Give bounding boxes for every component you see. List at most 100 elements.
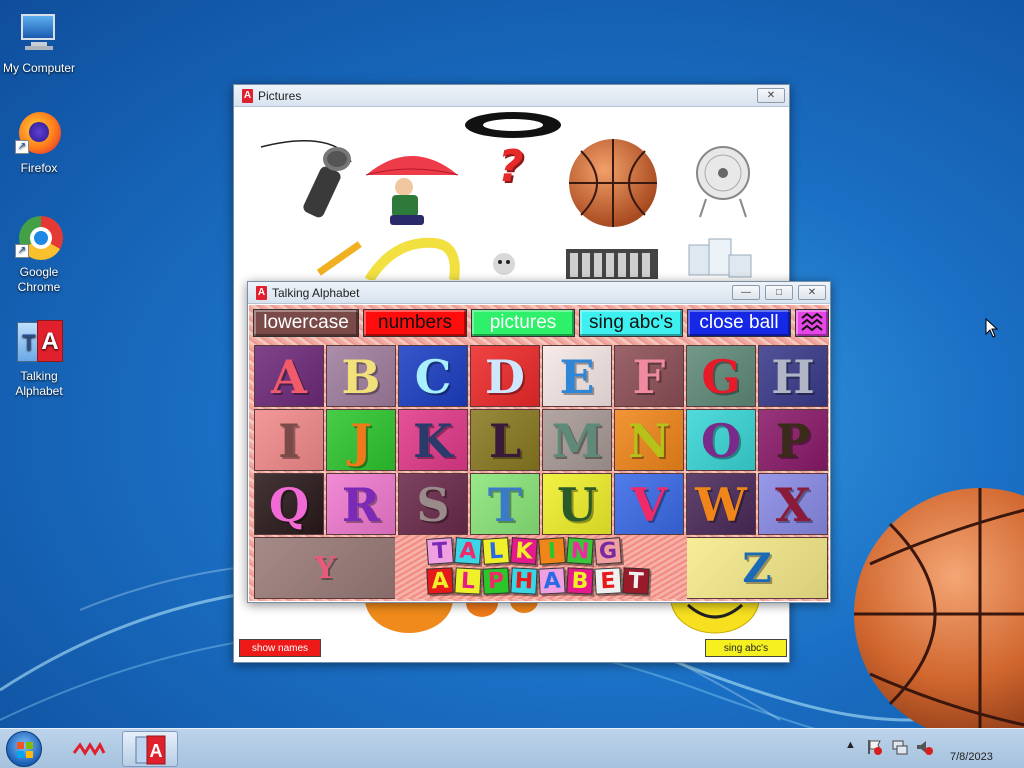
picture-question-mark[interactable]: ? — [498, 141, 528, 192]
maximize-button[interactable]: □ — [765, 285, 793, 300]
picture-ice[interactable] — [679, 235, 759, 280]
picture-xylophone[interactable] — [564, 245, 660, 280]
letter-tile-a[interactable]: A — [254, 345, 324, 407]
pictures-titlebar[interactable]: A Pictures ✕ — [234, 85, 789, 107]
desktop-icon-google-chrome[interactable]: ↗ Google Chrome — [1, 214, 77, 295]
svg-text:A: A — [150, 741, 163, 761]
menu-button-close-ball[interactable]: close ball — [687, 309, 791, 337]
logo-block: H — [510, 567, 538, 595]
picture-microphone[interactable] — [259, 137, 354, 227]
desktop-icon-talking-alphabet[interactable]: T A Talking Alphabet — [1, 318, 77, 399]
clock-date[interactable]: 7/8/2023 — [950, 751, 993, 763]
wave-menu-button[interactable] — [795, 309, 829, 337]
letter-tile-h[interactable]: H — [758, 345, 828, 407]
logo-block: P — [482, 567, 510, 595]
logo-block: N — [566, 537, 594, 565]
volume-muted-icon[interactable] — [915, 738, 933, 759]
letter-tile-q[interactable]: Q — [254, 473, 324, 535]
picture-pencil[interactable] — [304, 235, 364, 280]
logo-block: A — [538, 567, 566, 595]
start-button[interactable] — [6, 731, 42, 767]
letter-glyph: E — [559, 350, 595, 404]
letter-glyph: K — [413, 414, 453, 468]
letter-glyph: Z — [742, 545, 772, 592]
logo-block: T — [622, 567, 650, 595]
menu-button-lowercase[interactable]: lowercase — [253, 309, 359, 337]
talking-alphabet-icon: A — [135, 735, 166, 765]
basketball-ball[interactable] — [850, 484, 1024, 744]
windows-logo-icon — [17, 742, 33, 758]
desktop-icon-my-computer[interactable]: My Computer — [1, 10, 77, 76]
letter-tile-n[interactable]: N — [614, 409, 684, 471]
letter-tile-c[interactable]: C — [398, 345, 468, 407]
letter-tile-f[interactable]: F — [614, 345, 684, 407]
letter-tile-w[interactable]: W — [686, 473, 756, 535]
tray-arrow-icon[interactable]: ▲ — [845, 739, 856, 751]
desktop-icon-label: Talking Alphabet — [15, 369, 63, 398]
letter-glyph: U — [556, 478, 598, 532]
menu-button-pictures[interactable]: pictures — [471, 309, 575, 337]
sing-abcs-button[interactable]: sing abc's — [705, 639, 787, 657]
close-button[interactable]: ✕ — [798, 285, 826, 300]
letter-tile-z[interactable]: Z — [686, 537, 828, 599]
letter-tile-x[interactable]: X — [758, 473, 828, 535]
taskbar: A ▲ 7/8/2023 — [0, 728, 1024, 768]
logo-block: A — [454, 537, 482, 565]
letter-tile-v[interactable]: V — [614, 473, 684, 535]
picture-orange[interactable] — [364, 565, 454, 633]
letter-tile-u[interactable]: U — [542, 473, 612, 535]
window-title: Pictures — [258, 89, 302, 103]
letter-glyph: N — [627, 414, 671, 468]
picture-umbrella-child[interactable] — [362, 145, 462, 230]
picture-fan[interactable] — [694, 143, 752, 219]
taskbar-pinned-app[interactable] — [68, 731, 110, 767]
letter-tile-b[interactable]: B — [326, 345, 396, 407]
ice-icon — [688, 238, 752, 278]
letter-tile-l[interactable]: L — [470, 409, 540, 471]
letter-glyph: R — [341, 478, 381, 532]
letter-tile-j[interactable]: J — [326, 409, 396, 471]
letter-tile-y[interactable]: Y — [254, 537, 396, 599]
talking-alphabet-titlebar[interactable]: A Talking Alphabet — □ ✕ — [248, 282, 830, 304]
letter-tile-k[interactable]: K — [398, 409, 468, 471]
letter-tile-o[interactable]: O — [686, 409, 756, 471]
desktop-icon-firefox[interactable]: ↗ Firefox — [1, 110, 77, 176]
minimize-button[interactable]: — — [732, 285, 760, 300]
letter-glyph: B — [341, 350, 381, 404]
picture-dog[interactable] — [489, 250, 519, 280]
network-icon[interactable] — [892, 738, 908, 759]
letter-tile-s[interactable]: S — [398, 473, 468, 535]
app-icon: A — [256, 286, 267, 300]
alphabet-board: lowercase numbers pictures sing abc's close … — [249, 305, 829, 601]
show-names-button[interactable]: show names — [239, 639, 321, 657]
picture-ring-o[interactable] — [462, 109, 564, 141]
window-title: Talking Alphabet — [272, 286, 360, 300]
umbrella-icon — [365, 156, 459, 225]
logo-block: T — [426, 537, 454, 565]
talking-alphabet-logo: TALKINGALPHABET — [395, 535, 687, 599]
letter-glyph: I — [278, 414, 300, 468]
desktop-icon-label: My Computer — [2, 61, 76, 75]
letter-glyph: P — [775, 414, 811, 468]
letter-tile-e[interactable]: E — [542, 345, 612, 407]
letter-tile-p[interactable]: P — [758, 409, 828, 471]
letter-tile-d[interactable]: D — [470, 345, 540, 407]
picture-smiley[interactable] — [668, 564, 762, 635]
picture-basketball[interactable] — [567, 137, 659, 229]
app-icon: A — [242, 89, 253, 103]
menu-button-sing-abc-s[interactable]: sing abc's — [579, 309, 683, 337]
letter-tile-r[interactable]: R — [326, 473, 396, 535]
app-wave-icon — [72, 741, 106, 756]
letter-glyph: S — [416, 478, 450, 532]
wave-icon — [801, 312, 823, 332]
close-button[interactable]: ✕ — [757, 88, 785, 103]
taskbar-talking-alphabet[interactable]: A — [122, 731, 178, 767]
letter-tile-t[interactable]: T — [470, 473, 540, 535]
picture-yellow-shape[interactable] — [364, 235, 464, 283]
letter-tile-m[interactable]: M — [542, 409, 612, 471]
talking-alphabet-window[interactable]: A Talking Alphabet — □ ✕ lowercase number… — [247, 281, 831, 603]
letter-tile-i[interactable]: I — [254, 409, 324, 471]
letter-tile-g[interactable]: G — [686, 345, 756, 407]
menu-button-numbers[interactable]: numbers — [363, 309, 467, 337]
flag-icon[interactable] — [866, 738, 882, 759]
